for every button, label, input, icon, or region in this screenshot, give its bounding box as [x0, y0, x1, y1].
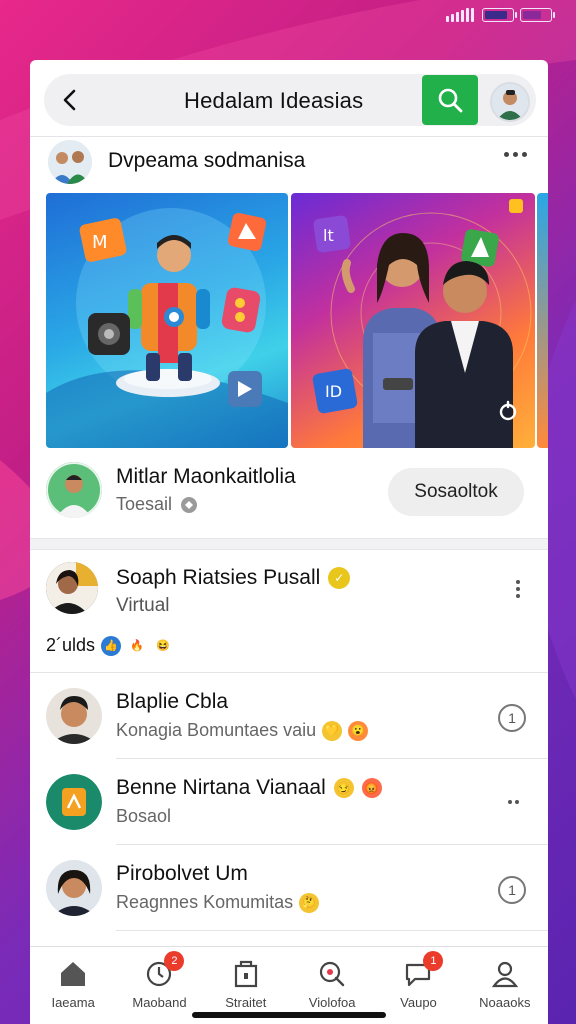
list-item-subtitle: Reagnnes Komumitas 🤔: [116, 892, 320, 913]
user-avatar-icon: [492, 84, 528, 120]
info-icon[interactable]: 1: [498, 704, 526, 732]
nav-label: Straitet: [225, 995, 267, 1010]
store-icon: [234, 960, 257, 988]
divider: [116, 930, 548, 931]
divider: [30, 136, 548, 137]
more-vertical-icon[interactable]: [516, 580, 520, 598]
notification-badge: 2: [164, 951, 185, 971]
list-item[interactable]: Pirobolvet Um Reagnnes Komumitas 🤔 1: [30, 846, 548, 930]
list-item-name: Blaplie Cbla: [116, 690, 229, 713]
nav-label: Noaaoks: [479, 995, 531, 1010]
user-avatar-icon: [46, 562, 98, 614]
divider: [116, 844, 548, 845]
nav-item-profile[interactable]: Noaaoks: [462, 947, 548, 1024]
featured-banner[interactable]: M: [46, 193, 288, 448]
banner-peek[interactable]: [537, 193, 548, 448]
section-separator: [30, 538, 548, 550]
reactions-row[interactable]: 2´ulds 👍 🔥 😆: [46, 635, 174, 656]
status-bar: [446, 6, 555, 24]
nav-label: Maoband: [132, 995, 187, 1010]
list-item-name-text: Benne Nirtana Vianaal: [116, 776, 326, 799]
more-horizontal-icon[interactable]: [508, 800, 519, 804]
signal-icon: [446, 8, 474, 22]
search-icon: [438, 88, 463, 113]
svg-text:M: M: [92, 232, 108, 253]
back-button[interactable]: [54, 84, 86, 116]
page-title: Hedalam Ideasias: [184, 88, 364, 113]
nav-item-home[interactable]: Iaeama: [30, 947, 116, 1024]
app-card: Hedalam Ideasias Dvpeama sodmanisa M lt …: [30, 60, 548, 1024]
fire-reaction-icon: 🔥: [127, 635, 148, 656]
home-indicator[interactable]: [192, 1012, 386, 1018]
featured-banner[interactable]: lt ID: [291, 193, 535, 448]
post-subtitle: Virtual: [116, 595, 170, 616]
list-item-subtitle-text: Reagnnes Komumitas: [116, 892, 294, 912]
avatar: [46, 860, 102, 916]
more-horizontal-icon[interactable]: [504, 152, 527, 157]
home-icon: [61, 962, 86, 986]
nav-label: Vaupo: [400, 995, 437, 1010]
list-item-subtitle: Konagia Bomuntaes vaiu 💛 😮: [116, 720, 369, 741]
header-bar: Hedalam Ideasias: [44, 74, 536, 126]
avatar: [46, 774, 102, 830]
featured-subtitle: Toesail: [116, 494, 198, 515]
list-item-subtitle-text: Konagia Bomuntaes vaiu: [116, 720, 317, 740]
section-title: Dvpeama sodmanisa: [108, 149, 306, 172]
info-icon[interactable]: 1: [498, 876, 526, 904]
list-item[interactable]: Benne Nirtana Vianaal 😏 😡 Bosaol: [30, 760, 548, 844]
verified-badge-icon: ✓: [328, 567, 351, 589]
app-avatar-icon: [46, 774, 102, 830]
emoji-icon: 🤔: [299, 892, 320, 913]
laugh-reaction-icon: 😆: [153, 635, 174, 656]
battery-icon: [520, 8, 555, 22]
avatar[interactable]: [46, 462, 102, 518]
smile-emoji-icon: 😏: [333, 778, 354, 798]
profile-icon: [491, 961, 518, 988]
notification-badge: 1: [423, 951, 444, 971]
battery-icon: [482, 8, 517, 22]
emoji-icon: 😮: [348, 720, 369, 741]
search-button[interactable]: [422, 75, 478, 125]
follow-button[interactable]: Sosaoltok: [388, 468, 524, 516]
avatar[interactable]: [46, 562, 98, 614]
nav-label: Violofoa: [308, 995, 356, 1010]
banner-illustration: M: [46, 208, 288, 448]
search-alt-icon: [320, 961, 345, 987]
featured-name: Mitlar Maonkaitlolia: [116, 465, 296, 488]
list-item-subtitle: Bosaol: [116, 806, 172, 826]
svg-text:lt: lt: [323, 226, 334, 245]
user-avatar-icon: [46, 462, 102, 518]
nav-item-chat[interactable]: 1 Vaupo: [375, 947, 461, 1024]
list-item-name: Pirobolvet Um: [116, 862, 248, 885]
divider: [30, 672, 548, 673]
user-avatar-icon: [46, 860, 102, 916]
nav-item-activity[interactable]: 2 Maoband: [116, 947, 202, 1024]
list-item[interactable]: Blaplie Cbla Konagia Bomuntaes vaiu 💛 😮 …: [30, 674, 548, 758]
divider: [116, 758, 548, 759]
avatar[interactable]: [490, 82, 530, 122]
refresh-icon[interactable]: [497, 400, 519, 422]
group-avatar-icon: [48, 140, 92, 184]
post-author-name: Soaph Riatsies Pusall: [116, 566, 321, 589]
post-author: Soaph Riatsies Pusall ✓: [116, 566, 351, 590]
user-avatar-icon: [46, 688, 102, 744]
angry-emoji-icon: 😡: [361, 778, 382, 798]
like-reaction-icon: 👍: [101, 635, 122, 656]
group-avatar[interactable]: [48, 140, 92, 184]
nav-label: Iaeama: [51, 995, 95, 1010]
featured-subtitle-text: Toesail: [116, 494, 173, 514]
list-item-name: Benne Nirtana Vianaal 😏 😡: [116, 776, 382, 800]
reactions-count: 2´ulds: [46, 635, 96, 655]
avatar: [46, 688, 102, 744]
globe-icon: [181, 496, 198, 513]
chevron-left-icon: [63, 89, 76, 111]
svg-text:ID: ID: [325, 382, 342, 401]
heart-emoji-icon: 💛: [322, 720, 343, 741]
